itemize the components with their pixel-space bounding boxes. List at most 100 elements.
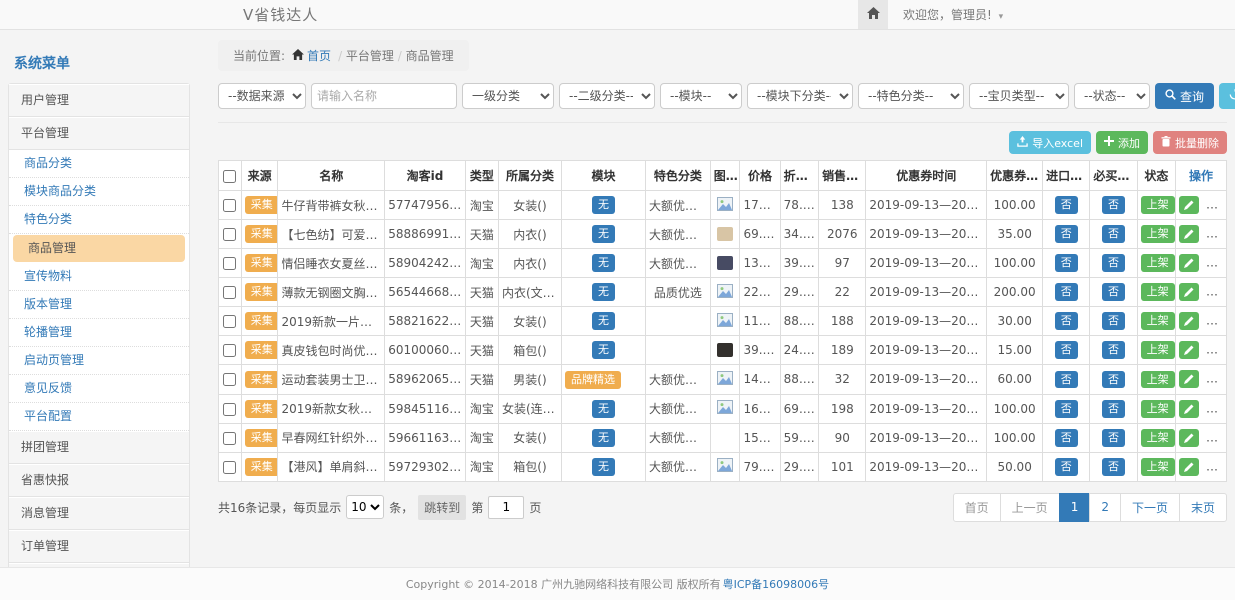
edit-button[interactable] [1179,225,1199,243]
sidebar-item[interactable]: 平台配置 [9,403,189,431]
pager-button[interactable]: 上一页 [1000,493,1060,522]
select-all-checkbox[interactable] [223,170,236,183]
import-select-toggle[interactable]: 否 [1055,371,1078,389]
user-menu[interactable]: 欢迎您，管理员! ▾ [903,0,1003,32]
sidebar-item[interactable]: 意见反馈 [9,375,189,403]
row-checkbox[interactable] [223,373,236,386]
page-number-input[interactable] [488,496,524,519]
add-button[interactable]: 添加 [1096,131,1148,154]
delete-button[interactable] [1206,341,1226,359]
batch-delete-button[interactable]: 批量删除 [1153,131,1227,154]
edit-button[interactable] [1179,341,1199,359]
row-checkbox[interactable] [223,461,236,474]
module-badge[interactable]: 无 [592,254,615,272]
status-toggle[interactable]: 上架 [1141,400,1175,418]
module-badge[interactable]: 无 [592,225,615,243]
per-page-select[interactable]: 10 [346,495,384,519]
filter-select[interactable]: --特色分类-- [858,83,964,109]
data-source-select[interactable]: --数据来源-- [218,83,306,109]
sidebar-item[interactable]: 省惠快报 [9,464,189,497]
edit-button[interactable] [1179,254,1199,272]
must-buy-toggle[interactable]: 否 [1102,341,1125,359]
edit-button[interactable] [1179,429,1199,447]
must-buy-toggle[interactable]: 否 [1102,312,1125,330]
must-buy-toggle[interactable]: 否 [1102,283,1125,301]
module-badge[interactable]: 无 [592,341,615,359]
pager-button[interactable]: 末页 [1179,493,1227,522]
delete-button[interactable] [1206,283,1226,301]
reset-button[interactable]: 重置 [1219,83,1235,109]
row-checkbox[interactable] [223,315,236,328]
module-badge[interactable]: 无 [592,196,615,214]
must-buy-toggle[interactable]: 否 [1102,196,1125,214]
sidebar-item[interactable]: 轮播管理 [9,319,189,347]
must-buy-toggle[interactable]: 否 [1102,371,1125,389]
sidebar-item[interactable]: 宣传物料 [9,263,189,291]
edit-button[interactable] [1179,196,1199,214]
name-search-input[interactable] [311,83,457,109]
import-select-toggle[interactable]: 否 [1055,283,1078,301]
must-buy-toggle[interactable]: 否 [1102,254,1125,272]
pager-button[interactable]: 1 [1059,493,1091,522]
row-checkbox[interactable] [223,286,236,299]
delete-button[interactable] [1206,370,1226,388]
import-select-toggle[interactable]: 否 [1055,400,1078,418]
import-select-toggle[interactable]: 否 [1055,196,1078,214]
import-select-toggle[interactable]: 否 [1055,312,1078,330]
status-toggle[interactable]: 上架 [1141,254,1175,272]
sidebar-item[interactable]: 订单管理 [9,530,189,563]
module-badge[interactable]: 无 [592,458,615,476]
filter-select[interactable]: --状态-- [1074,83,1150,109]
status-toggle[interactable]: 上架 [1141,371,1175,389]
status-toggle[interactable]: 上架 [1141,312,1175,330]
must-buy-toggle[interactable]: 否 [1102,225,1125,243]
import-select-toggle[interactable]: 否 [1055,225,1078,243]
edit-button[interactable] [1179,370,1199,388]
sidebar-item[interactable]: 商品分类 [9,150,189,178]
icp-link[interactable]: 粤ICP备16098006号 [723,576,830,592]
row-checkbox[interactable] [223,228,236,241]
edit-button[interactable] [1179,400,1199,418]
row-checkbox[interactable] [223,344,236,357]
filter-select[interactable]: 一级分类 [462,83,554,109]
status-toggle[interactable]: 上架 [1141,458,1175,476]
import-excel-button[interactable]: 导入excel [1009,131,1091,154]
must-buy-toggle[interactable]: 否 [1102,429,1125,447]
filter-select[interactable]: --二级分类-- [559,83,655,109]
import-select-toggle[interactable]: 否 [1055,429,1078,447]
import-select-toggle[interactable]: 否 [1055,458,1078,476]
delete-button[interactable] [1206,254,1226,272]
import-select-toggle[interactable]: 否 [1055,254,1078,272]
status-toggle[interactable]: 上架 [1141,341,1175,359]
delete-button[interactable] [1206,458,1226,476]
row-checkbox[interactable] [223,403,236,416]
module-badge[interactable]: 无 [592,283,615,301]
pager-button[interactable]: 首页 [953,493,1001,522]
edit-button[interactable] [1179,312,1199,330]
pager-button[interactable]: 2 [1089,493,1121,522]
module-badge[interactable]: 无 [592,400,615,418]
delete-button[interactable] [1206,429,1226,447]
breadcrumb-home-link[interactable]: 首页 [292,47,331,64]
row-checkbox[interactable] [223,199,236,212]
import-select-toggle[interactable]: 否 [1055,341,1078,359]
search-button[interactable]: 查询 [1155,83,1214,109]
sidebar-item[interactable]: 商品管理 [13,235,185,262]
filter-select[interactable]: --宝贝类型-- [969,83,1069,109]
sidebar-item[interactable]: 模块商品分类 [9,178,189,206]
delete-button[interactable] [1206,225,1226,243]
status-toggle[interactable]: 上架 [1141,429,1175,447]
sidebar-item[interactable]: 版本管理 [9,291,189,319]
module-badge[interactable]: 品牌精选 [565,371,621,389]
status-toggle[interactable]: 上架 [1141,225,1175,243]
delete-button[interactable] [1206,312,1226,330]
sidebar-item[interactable]: 启动页管理 [9,347,189,375]
jump-button[interactable]: 跳转到 [418,495,466,520]
delete-button[interactable] [1206,400,1226,418]
edit-button[interactable] [1179,458,1199,476]
status-toggle[interactable]: 上架 [1141,283,1175,301]
must-buy-toggle[interactable]: 否 [1102,400,1125,418]
pager-button[interactable]: 下一页 [1120,493,1180,522]
edit-button[interactable] [1179,283,1199,301]
sidebar-item[interactable]: 特色分类 [9,206,189,234]
